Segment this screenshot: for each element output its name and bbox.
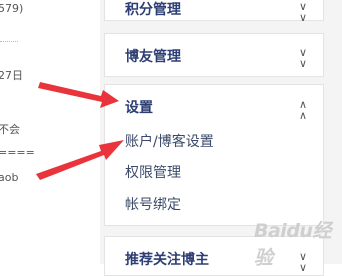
left-text-fragment-2: 27日 (0, 69, 23, 82)
left-text-fragment-1: 579) (0, 2, 24, 15)
friends-panel[interactable]: 博友管理 ∨ ∨ (104, 33, 324, 77)
account-binding-link[interactable]: 帐号绑定 (125, 194, 181, 214)
recommend-title[interactable]: 推荐关注博主 (125, 249, 209, 269)
friends-title[interactable]: 博友管理 (125, 46, 181, 66)
dotted-divider (0, 41, 18, 42)
points-panel[interactable]: 积分管理 ∨ ∨ (104, 0, 324, 23)
chevron-down-icon[interactable]: ∨ ∨ (299, 47, 307, 69)
chevron-up-icon[interactable]: ∧ ∧ (299, 99, 307, 121)
settings-panel: 设置 ∧ ∧ 账户/博客设置 权限管理 帐号绑定 (104, 84, 324, 226)
left-text-fragment-5: aob (0, 171, 19, 184)
points-title[interactable]: 积分管理 (125, 0, 181, 19)
permission-management-link[interactable]: 权限管理 (125, 162, 181, 182)
left-content-column: 579) 27日 不会 ==== aob (0, 0, 100, 264)
account-blog-settings-link[interactable]: 账户/博客设置 (125, 131, 214, 151)
left-text-fragment-3: 不会 (0, 123, 20, 136)
chevron-down-icon[interactable]: ∨ ∨ (299, 1, 307, 23)
baidu-watermark: Baidu经验 (254, 220, 331, 269)
left-text-fragment-4: ==== (0, 146, 35, 159)
settings-title[interactable]: 设置 (125, 97, 153, 117)
